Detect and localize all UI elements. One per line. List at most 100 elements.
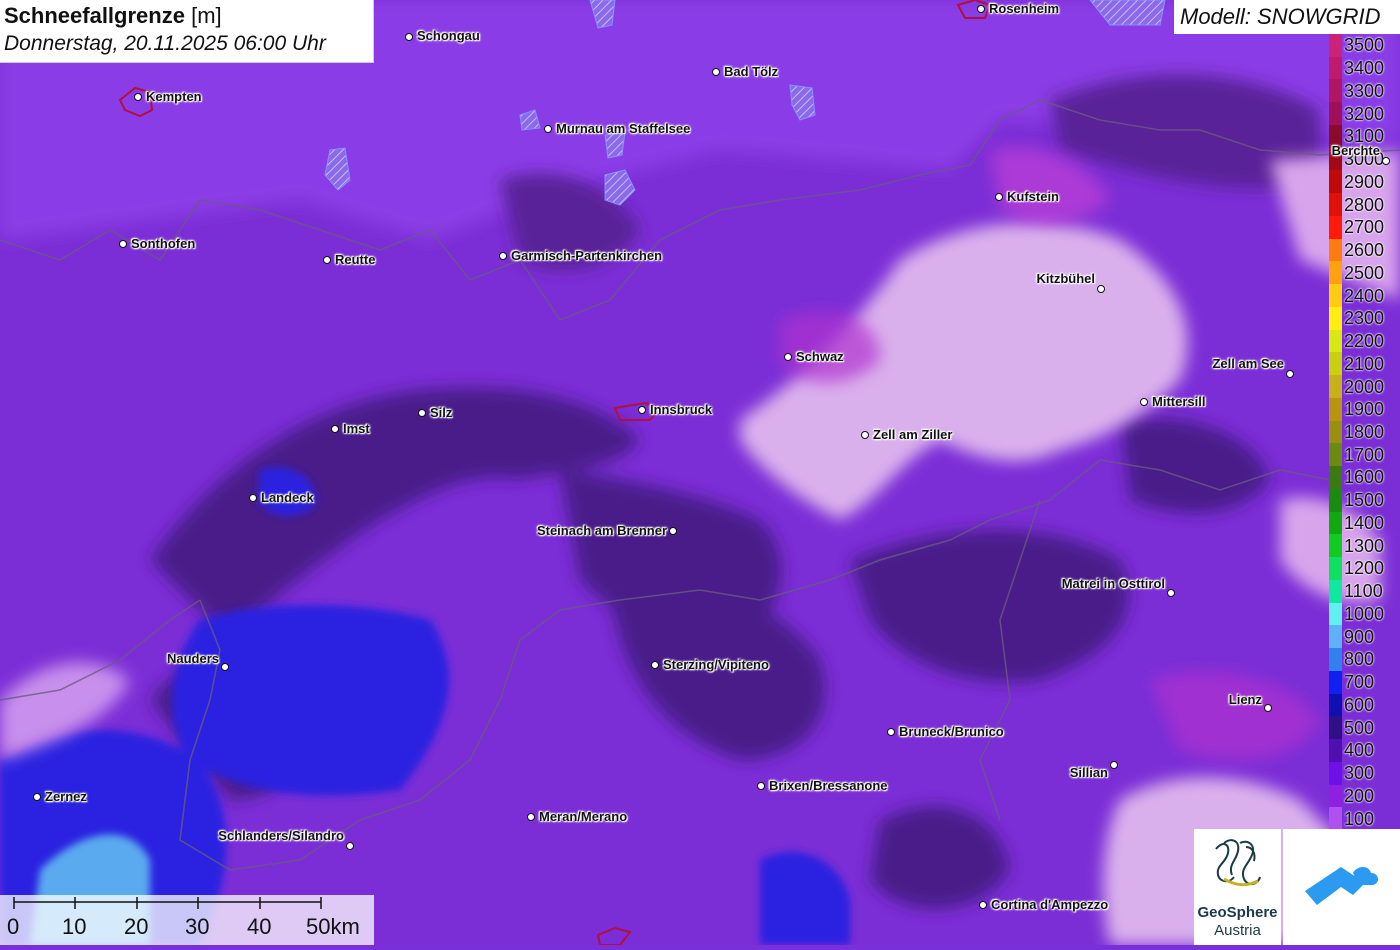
legend-swatch bbox=[1329, 511, 1342, 535]
city-label[interactable]: Rosenheim bbox=[989, 1, 1059, 16]
city-label[interactable]: Kitzbühel bbox=[1037, 271, 1096, 286]
city-dot[interactable] bbox=[544, 125, 552, 133]
city-label[interactable]: Garmisch-Partenkirchen bbox=[511, 248, 662, 263]
city-dot[interactable] bbox=[712, 68, 720, 76]
city-dot[interactable] bbox=[1110, 761, 1118, 769]
city-dot[interactable] bbox=[1264, 704, 1272, 712]
legend-label: 2000 bbox=[1344, 376, 1385, 397]
city-dot[interactable] bbox=[861, 431, 869, 439]
city-label[interactable]: Mittersill bbox=[1152, 394, 1205, 409]
city-label[interactable]: Schlanders/Silandro bbox=[218, 828, 344, 843]
legend-swatch bbox=[1329, 284, 1342, 308]
city-label[interactable]: Sillian bbox=[1070, 765, 1108, 780]
legend-label: 400 bbox=[1344, 740, 1375, 761]
city-dot[interactable] bbox=[651, 661, 659, 669]
city-label[interactable]: Nauders bbox=[167, 651, 219, 666]
city-label[interactable]: Murnau am Staffelsee bbox=[556, 121, 690, 136]
legend-label: 800 bbox=[1344, 649, 1375, 670]
legend-swatch bbox=[1329, 761, 1342, 785]
city-dot[interactable] bbox=[979, 901, 987, 909]
city-label[interactable]: Steinach am Brenner bbox=[537, 523, 667, 538]
legend-swatch bbox=[1329, 102, 1342, 126]
city-dot[interactable] bbox=[323, 256, 331, 264]
city-dot[interactable] bbox=[638, 406, 646, 414]
city-dot[interactable] bbox=[405, 33, 413, 41]
legend-label: 100 bbox=[1344, 808, 1375, 829]
city-label[interactable]: Schwaz bbox=[796, 349, 844, 364]
city-label[interactable]: Meran/Merano bbox=[539, 809, 627, 824]
city-dot[interactable] bbox=[221, 663, 229, 671]
city-label[interactable]: Bad Tölz bbox=[724, 64, 778, 79]
city-label[interactable]: Zernez bbox=[45, 789, 87, 804]
legend-swatch bbox=[1329, 397, 1342, 422]
city-label[interactable]: Landeck bbox=[261, 490, 314, 505]
city-dot[interactable] bbox=[784, 353, 792, 361]
scale-label-50km: 50km bbox=[306, 914, 360, 939]
legend-swatch bbox=[1329, 625, 1342, 649]
logo-org-sub: Austria bbox=[1214, 922, 1261, 939]
model-label: Modell: SNOWGRID bbox=[1174, 0, 1400, 34]
city-dot[interactable] bbox=[1140, 398, 1148, 406]
city-dot[interactable] bbox=[33, 793, 41, 801]
legend-label: 3400 bbox=[1344, 58, 1385, 79]
scale-bar: 0 10 20 30 40 50km bbox=[0, 895, 374, 945]
legend-swatch bbox=[1329, 602, 1342, 626]
city-dot[interactable] bbox=[887, 728, 895, 736]
city-label[interactable]: Zell am See bbox=[1212, 356, 1284, 371]
city-dot[interactable] bbox=[249, 494, 257, 502]
city-label[interactable]: Innsbruck bbox=[650, 402, 712, 417]
city-dot[interactable] bbox=[757, 782, 765, 790]
geosphere-logo[interactable]: GeoSphere Austria bbox=[1194, 829, 1281, 945]
city-label[interactable]: Silz bbox=[430, 405, 452, 420]
city-label[interactable]: Reutte bbox=[335, 252, 375, 267]
scale-label-10: 10 bbox=[62, 914, 87, 939]
city-label[interactable]: Cortina d'Ampezzo bbox=[991, 897, 1108, 912]
city-label[interactable]: Zell am Ziller bbox=[873, 427, 952, 442]
title-main: Schneefallgrenze bbox=[4, 3, 185, 28]
city-label[interactable]: Lienz bbox=[1229, 692, 1262, 707]
city-dot[interactable] bbox=[119, 240, 127, 248]
city-dot[interactable] bbox=[995, 193, 1003, 201]
legend-swatch bbox=[1329, 739, 1342, 763]
city-label[interactable]: Schongau bbox=[417, 28, 480, 43]
legend-swatch bbox=[1329, 79, 1342, 103]
legend-swatch bbox=[1329, 56, 1342, 80]
city-label[interactable]: Matrei in Osttirol bbox=[1062, 576, 1165, 591]
city-label[interactable]: Sterzing/Vipiteno bbox=[663, 657, 769, 672]
legend-label: 2800 bbox=[1344, 194, 1385, 215]
legend-swatch bbox=[1329, 34, 1342, 58]
city-label[interactable]: Sonthofen bbox=[131, 236, 195, 251]
city-dot[interactable] bbox=[1097, 285, 1105, 293]
city-dot[interactable] bbox=[1382, 157, 1390, 165]
city-dot[interactable] bbox=[1167, 589, 1175, 597]
legend-swatch bbox=[1329, 170, 1342, 194]
legend-label: 1500 bbox=[1344, 490, 1385, 511]
city-label[interactable]: Imst bbox=[343, 421, 370, 436]
city-dot[interactable] bbox=[977, 5, 985, 13]
title-unit: [m] bbox=[191, 3, 222, 28]
city-label[interactable]: Berchte bbox=[1332, 143, 1380, 158]
city-dot[interactable] bbox=[527, 813, 535, 821]
snowfall-map[interactable] bbox=[0, 0, 1400, 945]
city-dot[interactable] bbox=[331, 425, 339, 433]
city-label[interactable]: Bruneck/Brunico bbox=[899, 724, 1004, 739]
legend-label: 1300 bbox=[1344, 535, 1385, 556]
city-dot[interactable] bbox=[418, 409, 426, 417]
legend-swatch bbox=[1329, 648, 1342, 672]
scale-label-40: 40 bbox=[247, 914, 272, 939]
legend-label: 900 bbox=[1344, 626, 1375, 647]
city-dot[interactable] bbox=[1286, 370, 1294, 378]
legend-label: 1900 bbox=[1344, 399, 1385, 420]
city-dot[interactable] bbox=[134, 93, 142, 101]
legend-label: 1100 bbox=[1344, 581, 1383, 602]
city-label[interactable]: Kufstein bbox=[1007, 189, 1059, 204]
city-label[interactable]: Brixen/Bressanone bbox=[769, 778, 888, 793]
legend-swatch bbox=[1329, 693, 1342, 717]
legend-label: 3500 bbox=[1344, 35, 1385, 56]
scale-label-20: 20 bbox=[124, 914, 149, 939]
city-label[interactable]: Kempten bbox=[146, 89, 202, 104]
city-dot[interactable] bbox=[346, 842, 354, 850]
city-dot[interactable] bbox=[499, 252, 507, 260]
city-dot[interactable] bbox=[669, 527, 677, 535]
snowgrid-logo[interactable] bbox=[1283, 829, 1400, 945]
